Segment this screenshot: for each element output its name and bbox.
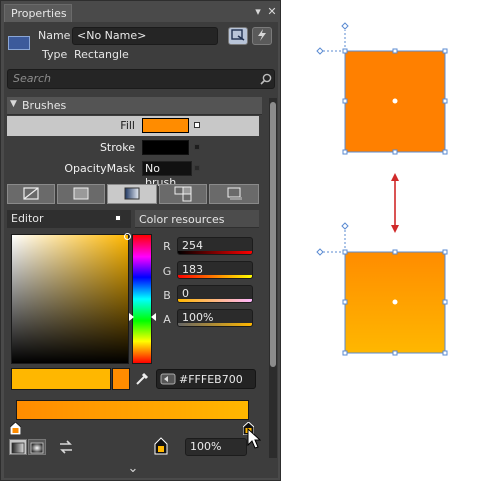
previous-color-swatch	[112, 368, 130, 390]
fill-label: Fill	[120, 119, 135, 132]
green-gradient-bar	[178, 275, 252, 278]
mouse-cursor-icon	[247, 428, 261, 449]
gradient-rectangle-shape[interactable]	[316, 222, 448, 356]
comparison-arrow-icon	[391, 173, 399, 233]
current-color-swatch	[11, 368, 111, 390]
blue-gradient-bar	[178, 299, 252, 302]
radial-gradient-button[interactable]	[28, 439, 46, 455]
artboard-svg	[316, 22, 448, 356]
tab-gradient[interactable]	[107, 184, 157, 204]
gradient-brush-icon	[124, 187, 140, 200]
brushes-title: Brushes	[22, 99, 67, 112]
blue-slider[interactable]: 0	[177, 285, 253, 303]
properties-icon	[231, 29, 245, 41]
gradient-stop-offset-input[interactable]: 100%	[185, 438, 247, 456]
editor-marker	[115, 215, 121, 221]
tab-tile-brush[interactable]	[159, 184, 207, 204]
gradient-stop-icon	[9, 421, 22, 436]
solid-rectangle-shape[interactable]	[316, 22, 448, 155]
linear-gradient-button[interactable]	[9, 439, 27, 455]
gradient-bar[interactable]	[16, 400, 249, 420]
gradient-stop-offset-icon	[154, 437, 168, 455]
opacitymask-value[interactable]: No brush	[142, 161, 192, 189]
alpha-gradient-bar	[178, 323, 252, 326]
artboard-canvas	[283, 0, 500, 486]
gradient-stop-start[interactable]	[9, 420, 22, 436]
radial-gradient-icon	[30, 442, 44, 454]
events-toggle[interactable]	[252, 27, 272, 45]
type-label: Type	[42, 48, 68, 61]
color-resources-label: Color resources	[139, 213, 225, 226]
green-slider[interactable]: 183	[177, 261, 253, 279]
red-label: R	[163, 240, 171, 253]
color-saturation-picker[interactable]	[11, 233, 131, 364]
red-slider[interactable]: 254	[177, 237, 253, 255]
brushes-section-header[interactable]: ▼ Brushes	[7, 97, 262, 115]
scrollbar-thumb[interactable]	[270, 102, 276, 367]
color-mode-icon[interactable]	[160, 373, 176, 385]
expand-chevron-icon[interactable]: ⌄	[123, 461, 143, 476]
hex-value[interactable]: #FFFEB700	[179, 373, 243, 386]
editor-label: Editor	[11, 212, 44, 225]
red-gradient-bar	[178, 251, 252, 254]
tab-brush-resources[interactable]	[209, 184, 259, 204]
name-label: Name	[38, 29, 71, 42]
search-input[interactable]: Search	[7, 69, 275, 89]
hex-input[interactable]: #FFFEB700	[156, 369, 256, 389]
properties-panel: Properties ▾ ✕ Name <No Name> Type Recta…	[0, 0, 281, 481]
fill-advanced-marker[interactable]	[194, 122, 200, 128]
opacitymask-label: OpacityMask	[64, 162, 135, 175]
rectangle-type-icon	[8, 36, 30, 50]
tab-no-brush[interactable]	[7, 184, 55, 204]
stroke-swatch[interactable]	[142, 140, 189, 155]
stroke-label: Stroke	[99, 141, 135, 154]
hue-left-marker[interactable]	[129, 313, 134, 321]
properties-tab[interactable]: Properties	[4, 4, 72, 22]
color-picker-thumb[interactable]	[124, 233, 131, 240]
solid-color-icon	[73, 187, 89, 200]
search-icon[interactable]	[260, 73, 272, 85]
alpha-slider[interactable]: 100%	[177, 309, 253, 327]
green-label: G	[162, 265, 172, 278]
opacitymask-row[interactable]: OpacityMask No brush	[7, 159, 259, 189]
hue-slider[interactable]	[129, 234, 156, 364]
scrollbar-track[interactable]	[269, 98, 277, 458]
color-resources-tab[interactable]: Color resources	[135, 210, 259, 228]
pin-icon[interactable]: ▾	[251, 5, 265, 19]
hue-right-marker[interactable]	[151, 313, 156, 321]
alpha-label: A	[163, 313, 171, 326]
events-properties-toggle[interactable]	[228, 27, 248, 45]
close-icon[interactable]: ✕	[265, 5, 279, 19]
collapse-triangle-icon: ▼	[10, 99, 17, 109]
fill-row[interactable]: Fill	[7, 116, 259, 136]
lightning-icon	[258, 29, 266, 41]
linear-gradient-icon	[11, 442, 25, 454]
reverse-gradient-icon[interactable]	[57, 439, 75, 455]
stroke-advanced-marker[interactable]	[194, 144, 200, 150]
brush-resources-icon	[227, 187, 242, 200]
opacitymask-advanced-marker[interactable]	[194, 165, 200, 171]
eyedropper-icon[interactable]	[134, 369, 150, 387]
editor-tab[interactable]: Editor	[7, 210, 131, 228]
type-value: Rectangle	[74, 48, 129, 61]
tile-brush-icon	[174, 186, 192, 202]
no-brush-icon	[23, 187, 39, 200]
name-input[interactable]: <No Name>	[72, 27, 218, 45]
tab-solid-color[interactable]	[57, 184, 105, 204]
stroke-row[interactable]: Stroke	[7, 138, 259, 158]
blue-label: B	[163, 289, 171, 302]
fill-swatch[interactable]	[142, 118, 189, 133]
